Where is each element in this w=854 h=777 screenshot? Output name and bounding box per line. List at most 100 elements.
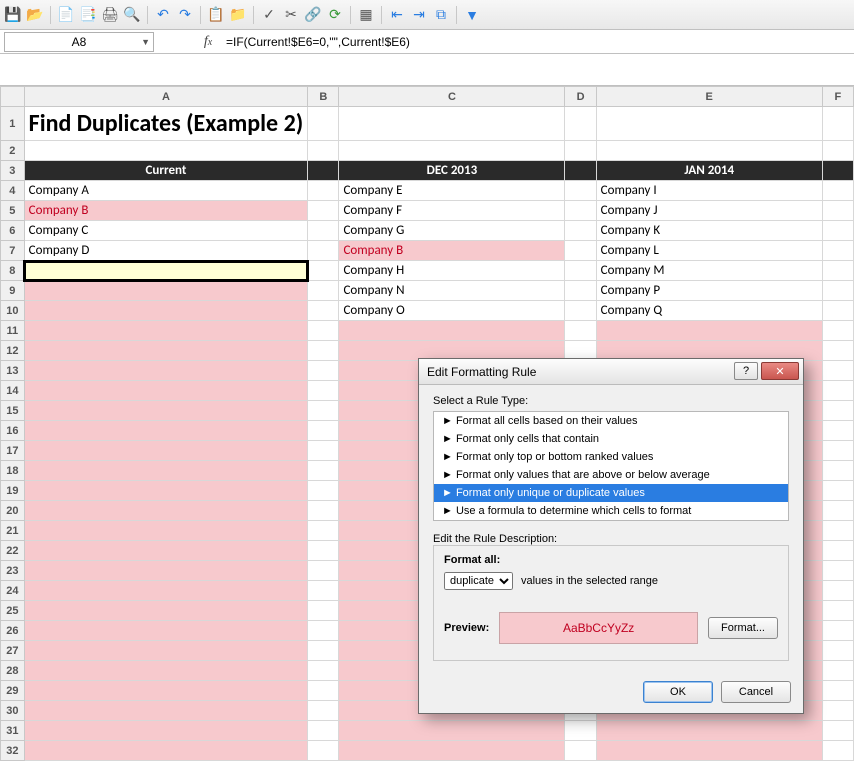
cell-A26[interactable] xyxy=(24,621,308,641)
cell-B25[interactable] xyxy=(308,601,339,621)
cell-B1[interactable] xyxy=(308,107,339,141)
cell-B24[interactable] xyxy=(308,581,339,601)
row-header-3[interactable]: 3 xyxy=(1,161,25,181)
cell-F16[interactable] xyxy=(822,421,853,441)
cell-F30[interactable] xyxy=(822,701,853,721)
cell-E3[interactable]: JAN 2014 xyxy=(596,161,822,181)
cell-A6[interactable]: Company C xyxy=(24,221,308,241)
row-header-6[interactable]: 6 xyxy=(1,221,25,241)
rule-type-item[interactable]: ► Format only cells that contain xyxy=(434,430,788,448)
fx-icon[interactable]: fx xyxy=(194,34,222,50)
cell-D3[interactable] xyxy=(565,161,596,181)
cell-D5[interactable] xyxy=(565,201,596,221)
cell-E6[interactable]: Company K xyxy=(596,221,822,241)
print-icon[interactable]: 🖨 xyxy=(101,6,119,24)
ok-button[interactable]: OK xyxy=(643,681,713,703)
row-header-28[interactable]: 28 xyxy=(1,661,25,681)
cell-A11[interactable] xyxy=(24,321,308,341)
cell-A4[interactable]: Company A xyxy=(24,181,308,201)
row-header-24[interactable]: 24 xyxy=(1,581,25,601)
cell-F8[interactable] xyxy=(822,261,853,281)
format-all-select[interactable]: duplicate xyxy=(444,572,513,590)
rule-type-item[interactable]: ► Format only top or bottom ranked value… xyxy=(434,448,788,466)
cell-C11[interactable] xyxy=(339,321,565,341)
cell-A31[interactable] xyxy=(24,721,308,741)
cell-F22[interactable] xyxy=(822,541,853,561)
cell-E2[interactable] xyxy=(596,141,822,161)
cell-B26[interactable] xyxy=(308,621,339,641)
col-header-A[interactable]: A xyxy=(24,87,308,107)
cell-F12[interactable] xyxy=(822,341,853,361)
row-header-9[interactable]: 9 xyxy=(1,281,25,301)
rule-type-item[interactable]: ► Format all cells based on their values xyxy=(434,412,788,430)
name-box[interactable]: A8 ▼ xyxy=(4,32,154,52)
cell-A25[interactable] xyxy=(24,601,308,621)
rule-type-list[interactable]: ► Format all cells based on their values… xyxy=(433,411,789,521)
cell-B31[interactable] xyxy=(308,721,339,741)
cell-E4[interactable]: Company I xyxy=(596,181,822,201)
cell-A7[interactable]: Company D xyxy=(24,241,308,261)
row-header-19[interactable]: 19 xyxy=(1,481,25,501)
cell-F21[interactable] xyxy=(822,521,853,541)
spellcheck-icon[interactable]: ✓ xyxy=(260,6,278,24)
refresh-icon[interactable]: ⟳ xyxy=(326,6,344,24)
cell-B16[interactable] xyxy=(308,421,339,441)
cell-F4[interactable] xyxy=(822,181,853,201)
cell-F23[interactable] xyxy=(822,561,853,581)
cell-B20[interactable] xyxy=(308,501,339,521)
cell-A10[interactable] xyxy=(24,301,308,321)
cell-F6[interactable] xyxy=(822,221,853,241)
cell-F10[interactable] xyxy=(822,301,853,321)
col-header-D[interactable]: D xyxy=(565,87,596,107)
cell-D4[interactable] xyxy=(565,181,596,201)
cell-F28[interactable] xyxy=(822,661,853,681)
cell-B11[interactable] xyxy=(308,321,339,341)
cell-F31[interactable] xyxy=(822,721,853,741)
cell-A15[interactable] xyxy=(24,401,308,421)
cell-A1[interactable]: Find Duplicates (Example 2) xyxy=(24,107,308,141)
cell-D31[interactable] xyxy=(565,721,596,741)
col-header-E[interactable]: E xyxy=(596,87,822,107)
cell-A23[interactable] xyxy=(24,561,308,581)
close-button[interactable]: ✕ xyxy=(761,362,799,380)
cell-F3[interactable] xyxy=(822,161,853,181)
table-icon[interactable]: ▦ xyxy=(357,6,375,24)
cell-A21[interactable] xyxy=(24,521,308,541)
row-header-14[interactable]: 14 xyxy=(1,381,25,401)
cell-D1[interactable] xyxy=(565,107,596,141)
folder-icon[interactable]: 📁 xyxy=(229,6,247,24)
cell-C4[interactable]: Company E xyxy=(339,181,565,201)
cell-B23[interactable] xyxy=(308,561,339,581)
chevron-down-icon[interactable]: ▼ xyxy=(141,37,150,47)
row-header-20[interactable]: 20 xyxy=(1,501,25,521)
col-header-F[interactable]: F xyxy=(822,87,853,107)
cell-C3[interactable]: DEC 2013 xyxy=(339,161,565,181)
cell-A19[interactable] xyxy=(24,481,308,501)
cell-F7[interactable] xyxy=(822,241,853,261)
cell-B30[interactable] xyxy=(308,701,339,721)
cell-A12[interactable] xyxy=(24,341,308,361)
row-header-30[interactable]: 30 xyxy=(1,701,25,721)
col-header-B[interactable]: B xyxy=(308,87,339,107)
cell-F18[interactable] xyxy=(822,461,853,481)
cell-D6[interactable] xyxy=(565,221,596,241)
rule-type-item[interactable]: ► Use a formula to determine which cells… xyxy=(434,502,788,520)
cell-B2[interactable] xyxy=(308,141,339,161)
cell-B8[interactable] xyxy=(308,261,339,281)
cell-E5[interactable]: Company J xyxy=(596,201,822,221)
cell-A8[interactable] xyxy=(24,261,308,281)
align2-icon[interactable]: ⇥ xyxy=(410,6,428,24)
row-header-8[interactable]: 8 xyxy=(1,261,25,281)
redo-icon[interactable]: ↷ xyxy=(176,6,194,24)
doc-icon[interactable]: 📄 xyxy=(57,6,75,24)
cell-A13[interactable] xyxy=(24,361,308,381)
cell-F9[interactable] xyxy=(822,281,853,301)
cell-C7[interactable]: Company B xyxy=(339,241,565,261)
cell-E1[interactable] xyxy=(596,107,822,141)
cell-A30[interactable] xyxy=(24,701,308,721)
cell-B32[interactable] xyxy=(308,741,339,761)
select-all-corner[interactable] xyxy=(1,87,25,107)
cell-B15[interactable] xyxy=(308,401,339,421)
row-header-31[interactable]: 31 xyxy=(1,721,25,741)
row-header-15[interactable]: 15 xyxy=(1,401,25,421)
